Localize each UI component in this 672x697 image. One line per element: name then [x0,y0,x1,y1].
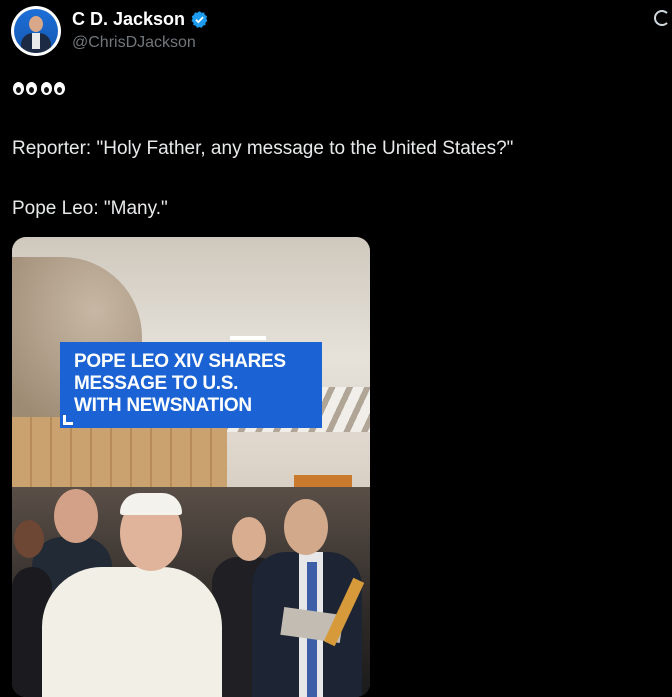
news-banner: POPE LEO XIV SHARES MESSAGE TO U.S. WITH… [60,336,322,428]
avatar-photo [14,9,58,53]
eyes-emoji-row [13,82,65,95]
banner-line-3: WITH NEWSNATION [74,395,252,416]
tweet-video-thumbnail[interactable]: POPE LEO XIV SHARES MESSAGE TO U.S. WITH… [12,237,370,697]
display-name[interactable]: C D. Jackson [72,9,185,30]
avatar[interactable] [11,6,61,56]
banner-line-1: POPE LEO XIV SHARES [74,351,286,372]
author-handle[interactable]: @ChrisDJackson [72,34,196,52]
verified-badge-icon [191,10,208,28]
tweet-text-line-2: Pope Leo: "Many." [12,198,168,219]
eyes-icon [41,82,65,95]
banner-line-2: MESSAGE TO U.S. [74,373,239,394]
search-icon[interactable] [654,10,670,26]
tweet-text-line-1: Reporter: "Holy Father, any message to t… [12,138,514,159]
eyes-icon [13,82,37,95]
author-name-row[interactable]: C D. Jackson [72,8,209,30]
